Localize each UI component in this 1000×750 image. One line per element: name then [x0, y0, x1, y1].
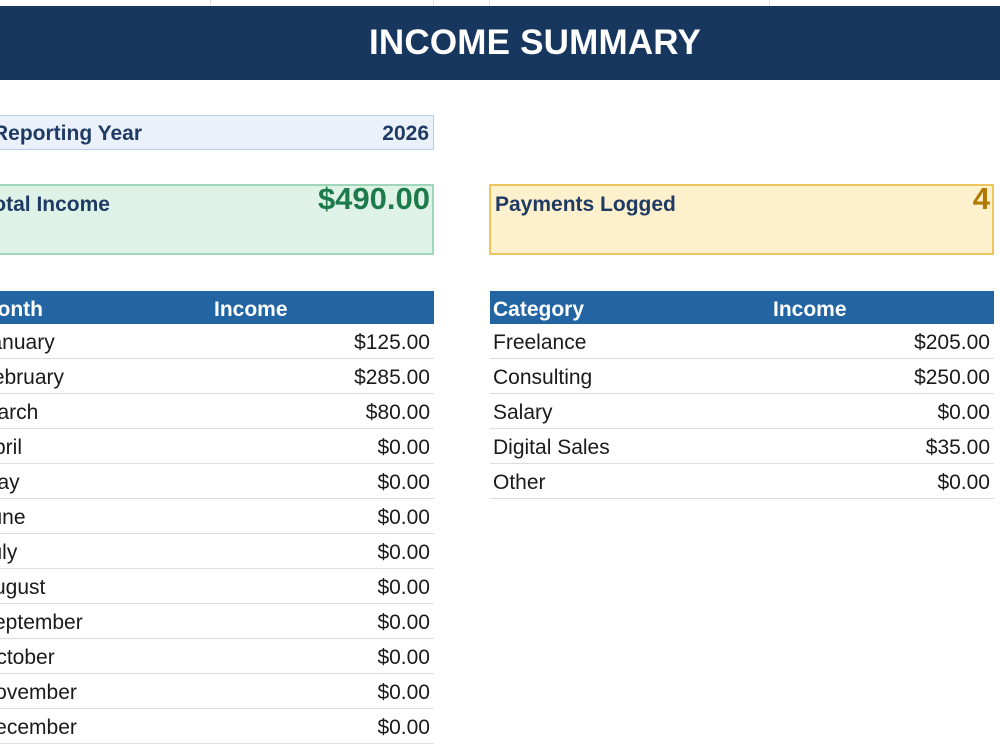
table-row[interactable]: October $0.00 — [0, 639, 434, 674]
table-row[interactable]: Consulting $250.00 — [490, 359, 994, 394]
category-cell: Salary — [493, 401, 553, 424]
income-cell: $0.00 — [377, 716, 430, 739]
category-column-header[interactable]: Category — [493, 291, 584, 328]
reporting-year-label: Reporting Year — [0, 122, 142, 145]
monthly-income-table: Month Income January $125.00 February $285… — [0, 291, 434, 744]
income-cell: $0.00 — [377, 576, 430, 599]
table-row[interactable]: Freelance $205.00 — [490, 324, 994, 359]
table-row[interactable]: February $285.00 — [0, 359, 434, 394]
category-cell: Consulting — [493, 366, 593, 389]
total-income-value: $490.00 — [317, 181, 430, 216]
monthly-table-header: Month Income — [0, 291, 434, 324]
payments-logged-label: Payments Logged — [495, 193, 676, 216]
table-row[interactable]: November $0.00 — [0, 674, 434, 709]
income-cell: $0.00 — [377, 646, 430, 669]
table-row[interactable]: March $80.00 — [0, 394, 434, 429]
table-row[interactable]: May $0.00 — [0, 464, 434, 499]
table-row[interactable]: September $0.00 — [0, 604, 434, 639]
table-row[interactable]: April $0.00 — [0, 429, 434, 464]
month-cell: August — [0, 576, 46, 599]
reporting-year-value[interactable]: 2026 — [382, 116, 429, 151]
month-cell: December — [0, 716, 77, 739]
table-row[interactable]: December $0.00 — [0, 709, 434, 744]
table-row[interactable]: January $125.00 — [0, 324, 434, 359]
income-cell: $80.00 — [365, 401, 430, 424]
month-cell: March — [0, 401, 39, 424]
income-cell: $0.00 — [377, 506, 430, 529]
month-cell: November — [0, 681, 77, 704]
income-cell: $0.00 — [377, 436, 430, 459]
income-cell: $0.00 — [377, 541, 430, 564]
category-cell: Other — [493, 471, 546, 494]
table-row[interactable]: June $0.00 — [0, 499, 434, 534]
income-cell: $250.00 — [914, 366, 990, 389]
category-table-header: Category Income — [490, 291, 994, 324]
month-cell: January — [0, 331, 55, 354]
income-cell: $0.00 — [937, 401, 990, 424]
table-row[interactable]: Other $0.00 — [490, 464, 994, 499]
month-cell: June — [0, 506, 26, 529]
payments-logged-value: 4 — [972, 181, 990, 216]
reporting-year-cell[interactable]: Reporting Year 2026 — [0, 115, 434, 150]
month-cell: July — [0, 541, 18, 564]
category-cell: Freelance — [493, 331, 587, 354]
income-cell: $205.00 — [914, 331, 990, 354]
category-cell: Digital Sales — [493, 436, 610, 459]
income-cell: $0.00 — [937, 471, 990, 494]
income-cell: $285.00 — [354, 366, 430, 389]
page-title: INCOME SUMMARY — [368, 23, 702, 62]
category-income-table: Category Income Freelance $205.00 Consult… — [490, 291, 994, 499]
month-cell: May — [0, 471, 20, 494]
income-cell: $35.00 — [925, 436, 990, 459]
category-income-column-header[interactable]: Income — [773, 291, 847, 328]
payments-logged-card[interactable]: Payments Logged 4 — [489, 181, 994, 255]
month-cell: October — [0, 646, 55, 669]
income-cell: $0.00 — [377, 681, 430, 704]
total-income-card[interactable]: Total Income $490.00 — [0, 181, 434, 255]
income-cell: $125.00 — [354, 331, 430, 354]
month-cell: April — [0, 436, 23, 459]
table-row[interactable]: Salary $0.00 — [490, 394, 994, 429]
month-cell: September — [0, 611, 83, 634]
table-row[interactable]: Digital Sales $35.00 — [490, 429, 994, 464]
month-income-column-header[interactable]: Income — [214, 291, 288, 328]
total-income-label: Total Income — [0, 193, 110, 216]
income-cell: $0.00 — [377, 471, 430, 494]
month-column-header[interactable]: Month — [0, 291, 43, 328]
table-row[interactable]: July $0.00 — [0, 534, 434, 569]
month-cell: February — [0, 366, 65, 389]
income-cell: $0.00 — [377, 611, 430, 634]
table-row[interactable]: August $0.00 — [0, 569, 434, 604]
